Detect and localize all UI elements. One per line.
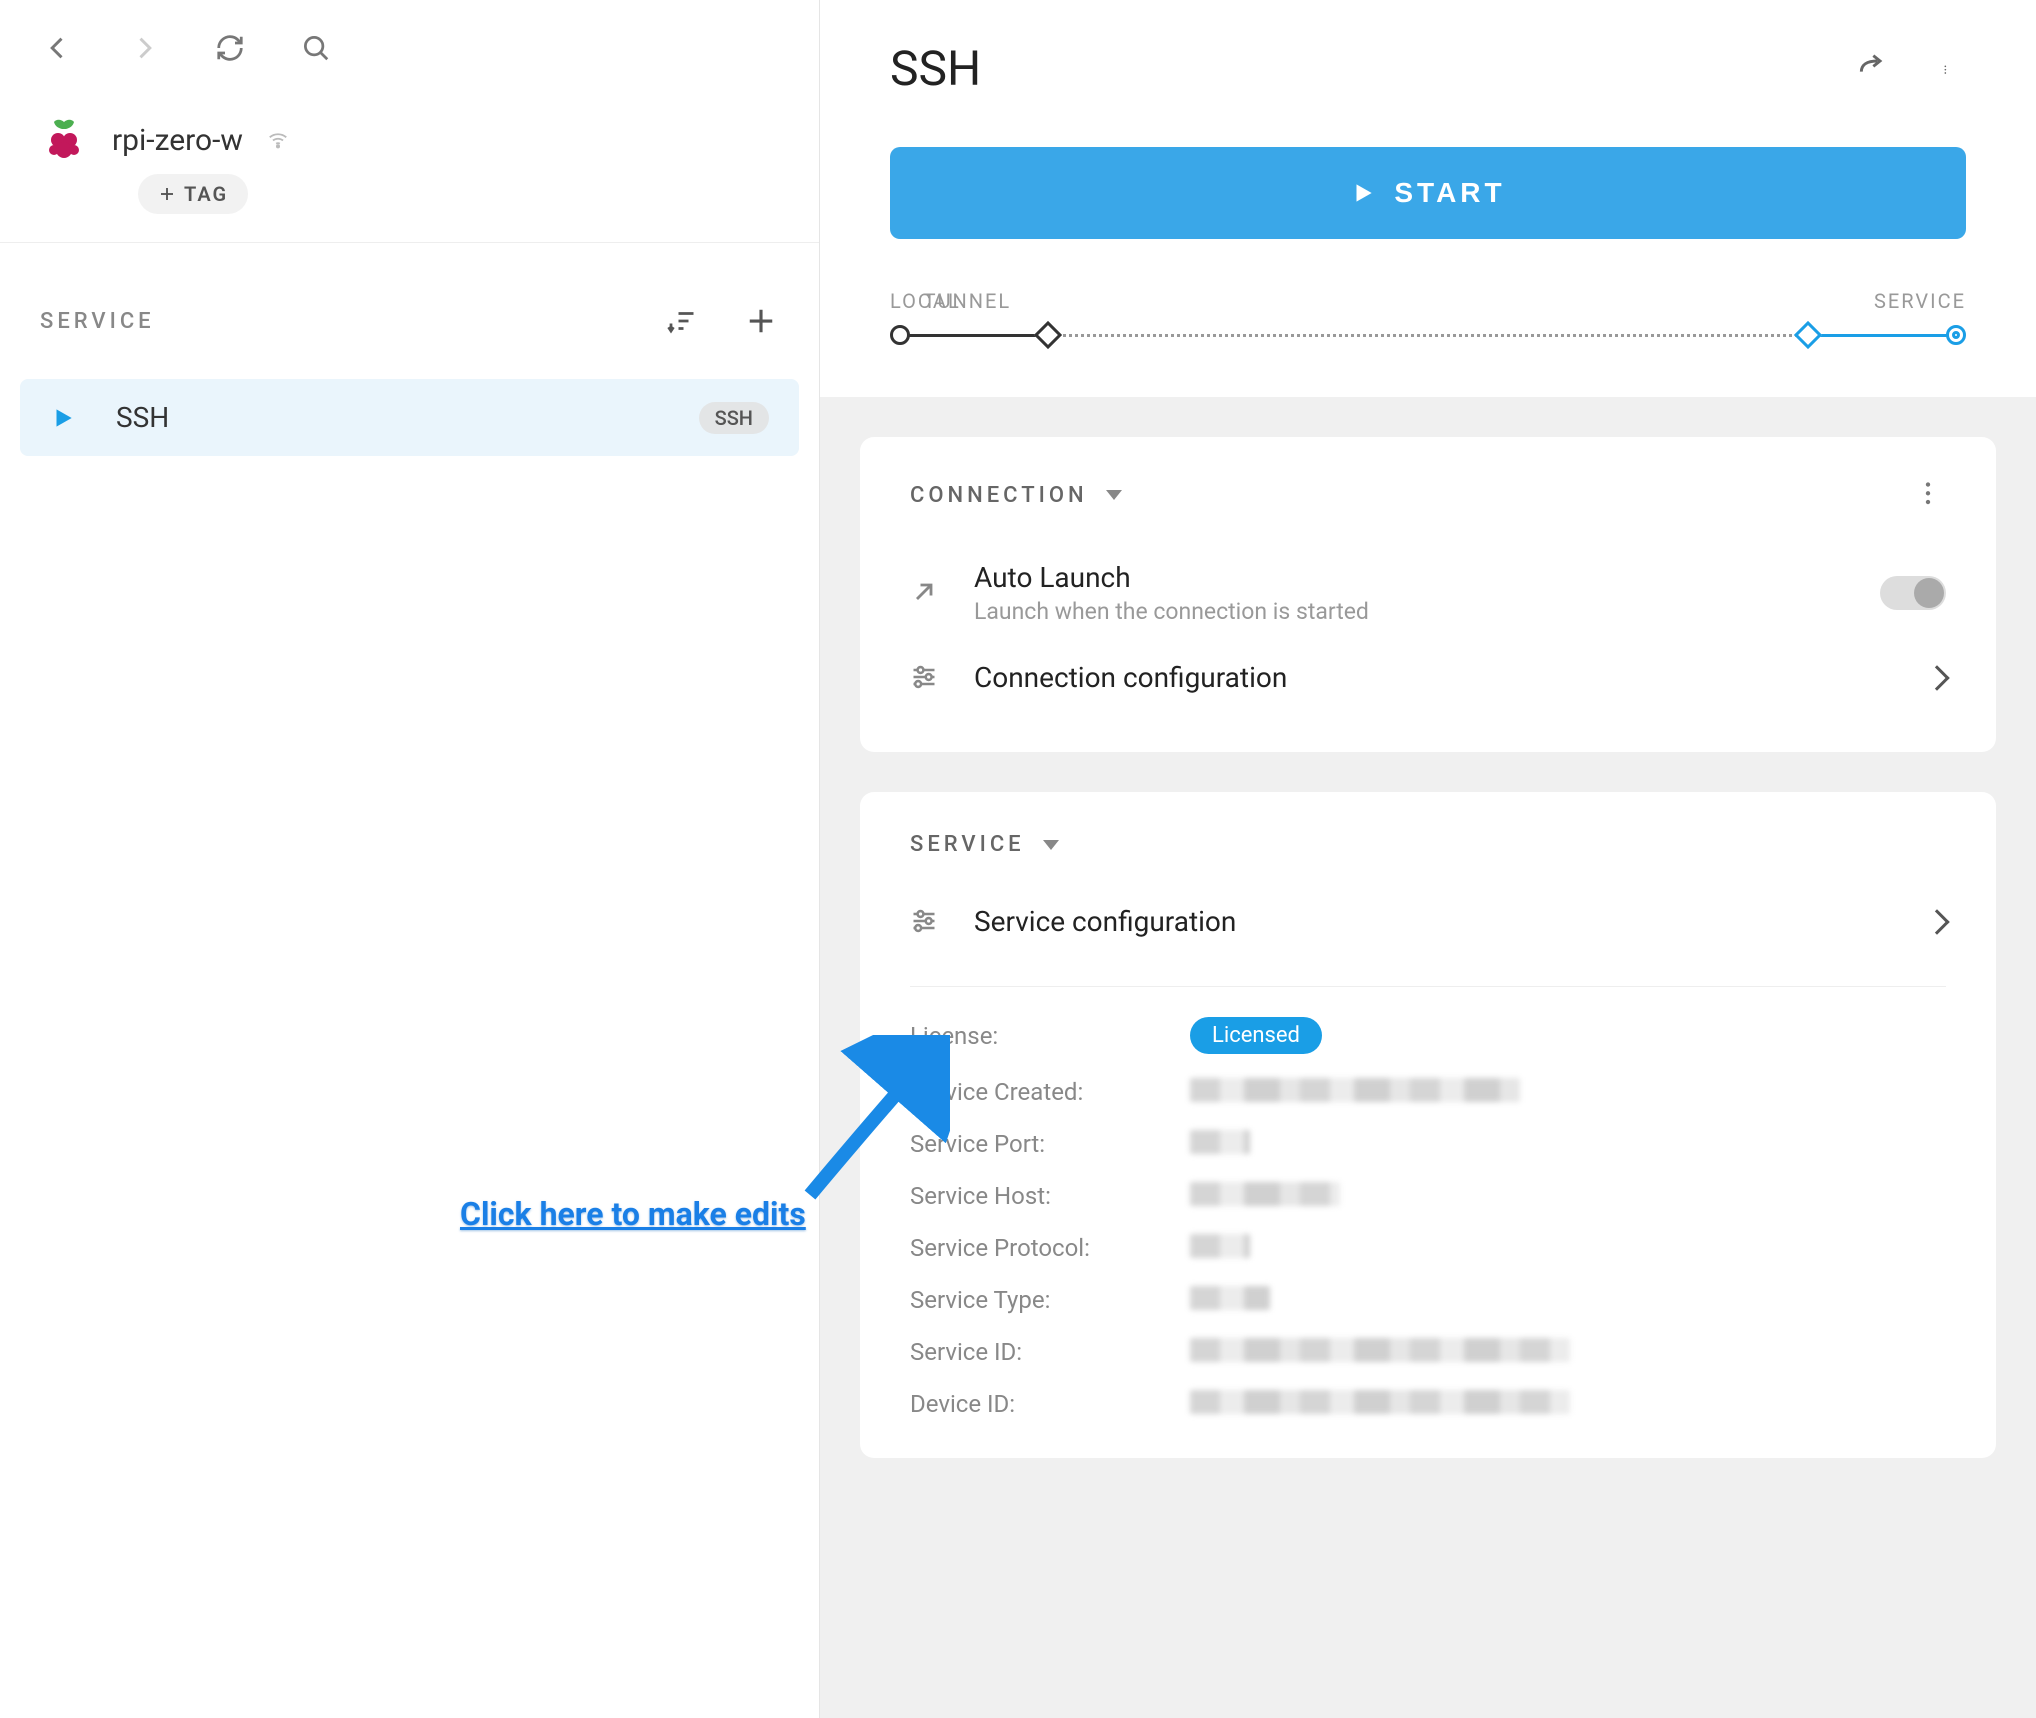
kv-service-port: Service Port: (910, 1130, 1946, 1158)
service-header-label: SERVICE (910, 832, 1025, 857)
start-button-label: START (1394, 177, 1505, 209)
kv-service-id: Service ID: (910, 1338, 1946, 1366)
kv-label: Service Host: (910, 1182, 1190, 1210)
track-label-tunnel: TUNNEL (924, 289, 1012, 313)
service-details-list: License: Licensed Service Created: Servi… (910, 1017, 1946, 1418)
kv-label: Service Port: (910, 1130, 1190, 1158)
kv-service-protocol: Service Protocol: (910, 1234, 1946, 1262)
redacted-value (1190, 1078, 1520, 1102)
kv-service-created: Service Created: (910, 1078, 1946, 1106)
service-config-label: Service configuration (974, 905, 1894, 938)
connection-header-label: CONNECTION (910, 483, 1088, 508)
more-icon[interactable] (1930, 51, 1966, 87)
redacted-value (1190, 1286, 1270, 1310)
track-node-tunnel-end (1794, 321, 1822, 349)
auto-launch-title: Auto Launch (974, 561, 1846, 594)
service-item-ssh[interactable]: SSH SSH (20, 379, 799, 456)
nav-forward-icon (126, 30, 162, 66)
connection-card: CONNECTION Auto Launch Launch when the c… (860, 437, 1996, 752)
redacted-value (1190, 1390, 1570, 1414)
service-badge: SSH (699, 402, 769, 434)
service-card-header[interactable]: SERVICE (910, 832, 1059, 857)
play-icon (1350, 180, 1376, 206)
redacted-value (1190, 1234, 1250, 1258)
connection-track (890, 323, 1966, 347)
add-tag-button[interactable]: TAG (138, 174, 248, 214)
device-name: rpi-zero-w (112, 123, 243, 158)
kv-label: License: (910, 1022, 1190, 1050)
play-icon (50, 405, 76, 431)
redacted-value (1190, 1182, 1340, 1206)
kv-service-host: Service Host: (910, 1182, 1946, 1210)
kv-service-type: Service Type: (910, 1286, 1946, 1314)
start-button[interactable]: START (890, 147, 1966, 239)
connection-track-labels: LOCAL TUNNEL SERVICE (820, 269, 2036, 323)
kv-label: Service Type: (910, 1286, 1190, 1314)
kv-label: Service ID: (910, 1338, 1190, 1366)
kv-license: License: Licensed (910, 1017, 1946, 1054)
search-icon[interactable] (298, 30, 334, 66)
divider (910, 986, 1946, 987)
license-badge: Licensed (1190, 1017, 1322, 1054)
auto-launch-row[interactable]: Auto Launch Launch when the connection i… (910, 543, 1946, 643)
connection-more-icon[interactable] (1910, 477, 1946, 513)
track-node-tunnel-start (1034, 321, 1062, 349)
caret-down-icon (1106, 490, 1122, 500)
wifi-icon (267, 129, 289, 151)
track-node-local (890, 325, 910, 345)
raspberry-pi-icon (40, 116, 88, 164)
kv-device-id: Device ID: (910, 1390, 1946, 1418)
kv-label: Device ID: (910, 1390, 1190, 1418)
page-title: SSH (890, 40, 981, 97)
caret-down-icon (1043, 840, 1059, 850)
annotation-text: Click here to make edits (460, 1195, 806, 1233)
redacted-value (1190, 1130, 1250, 1154)
launch-arrow-icon (910, 578, 940, 608)
refresh-icon[interactable] (212, 30, 248, 66)
redacted-value (1190, 1338, 1570, 1362)
kv-label: Service Created: (910, 1078, 1190, 1106)
sort-icon[interactable] (663, 303, 699, 339)
service-section-label: SERVICE (40, 309, 155, 334)
auto-launch-toggle[interactable] (1880, 576, 1946, 610)
service-card: SERVICE Service configuration (860, 792, 1996, 1458)
track-node-service (1946, 325, 1966, 345)
chevron-right-icon (1924, 909, 1949, 934)
kv-label: Service Protocol: (910, 1234, 1190, 1262)
main-panel: SSH START LOCAL TUNNEL SERVICE (820, 0, 2036, 1718)
sidebar: rpi-zero-w TAG SERVICE (0, 0, 820, 1718)
add-service-icon[interactable] (743, 303, 779, 339)
nav-back-icon[interactable] (40, 30, 76, 66)
connection-config-row[interactable]: Connection configuration (910, 643, 1946, 712)
chevron-right-icon (1924, 665, 1949, 690)
auto-launch-subtitle: Launch when the connection is started (974, 598, 1846, 625)
sliders-icon (910, 663, 940, 693)
tag-button-label: TAG (184, 182, 228, 206)
device-header: rpi-zero-w (30, 96, 789, 164)
share-icon[interactable] (1854, 51, 1890, 87)
connection-config-label: Connection configuration (974, 661, 1894, 694)
track-label-service: SERVICE (1874, 289, 1966, 313)
connection-card-header[interactable]: CONNECTION (910, 483, 1122, 508)
sliders-icon (910, 907, 940, 937)
service-item-name: SSH (116, 401, 169, 434)
service-config-row[interactable]: Service configuration (910, 887, 1946, 956)
